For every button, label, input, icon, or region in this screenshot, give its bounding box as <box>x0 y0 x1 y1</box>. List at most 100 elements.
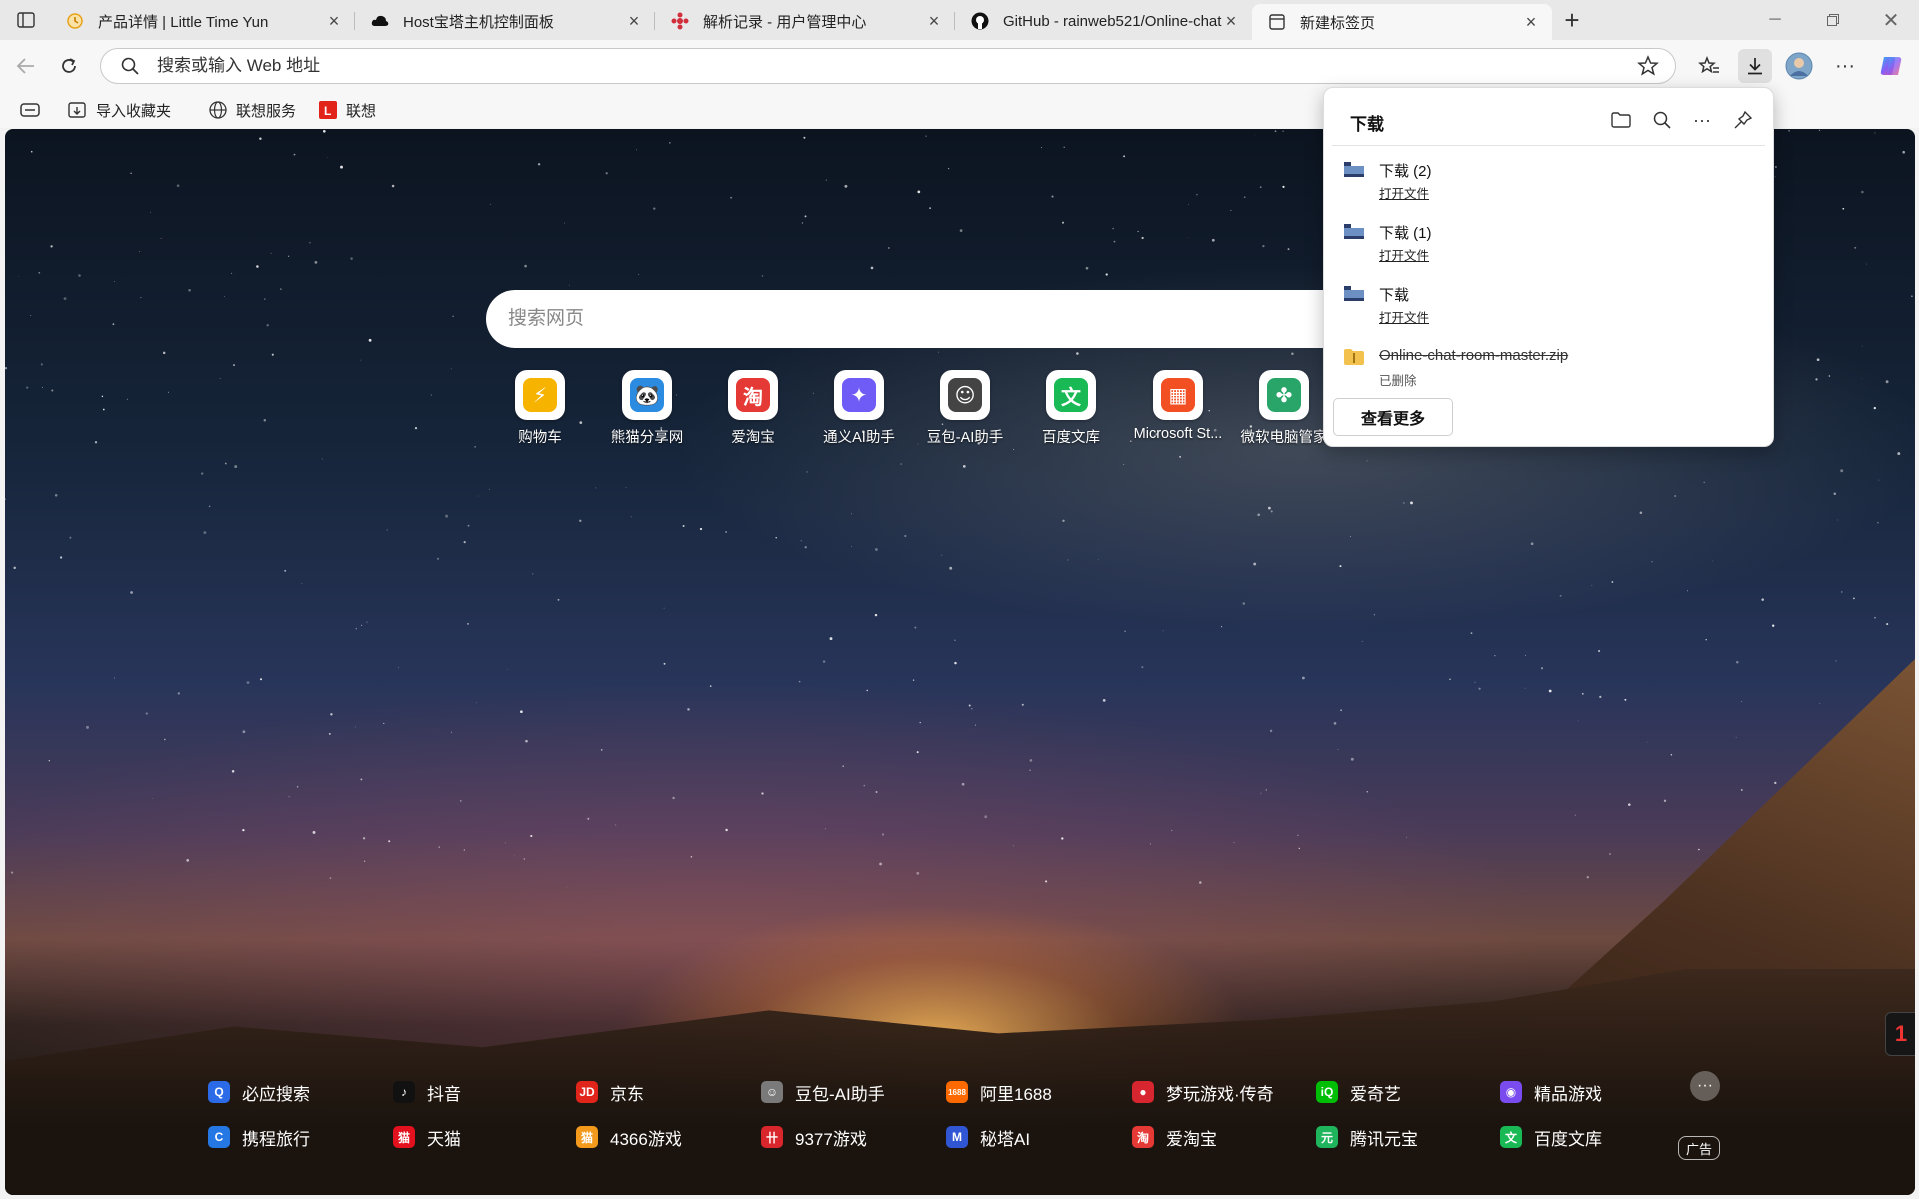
back-icon[interactable] <box>8 49 42 83</box>
downloads-more-icon[interactable]: ··· <box>1688 106 1716 134</box>
download-item[interactable]: Online-chat-room-master.zip 已删除 <box>1324 343 1773 393</box>
bottom-link[interactable]: iQ 爱奇艺 <box>1316 1079 1401 1105</box>
download-name: 下载 <box>1379 287 1410 304</box>
close-icon[interactable]: × <box>1522 12 1540 32</box>
bottom-link[interactable]: 文百度文库 <box>1500 1124 1602 1150</box>
tab-title: Host宝塔主机控制面板 <box>403 13 554 31</box>
bottom-link-label: 爱淘宝 <box>1166 1129 1217 1149</box>
see-more-button[interactable]: 查看更多 <box>1333 398 1453 436</box>
favorite-lenovo-service[interactable]: 联想服务 <box>208 99 296 121</box>
download-name: 下载 (1) <box>1379 225 1432 242</box>
ali1688-icon: 1688 <box>946 1081 968 1103</box>
more-menu-icon[interactable]: ··· <box>1828 49 1862 83</box>
favorite-label: 导入收藏夹 <box>96 102 172 120</box>
more-links-button[interactable]: ··· <box>1690 1071 1720 1101</box>
bottom-link[interactable]: ◉ 精品游戏 <box>1500 1079 1602 1105</box>
bottom-link[interactable]: 猫天猫 <box>393 1124 461 1150</box>
bing-search-icon: Q <box>208 1081 230 1103</box>
restore-icon[interactable] <box>1808 6 1858 34</box>
quick-link[interactable]: 🐼 熊猫分享网 <box>594 370 700 447</box>
clock-orange-icon <box>66 12 84 30</box>
bottom-link-label: 京东 <box>610 1084 644 1104</box>
bottom-link[interactable]: C 携程旅行 <box>208 1124 310 1150</box>
bottom-link[interactable]: 卄 9377游戏 <box>761 1124 867 1150</box>
lenovo-logo-icon: L <box>318 100 338 120</box>
pin-icon[interactable] <box>1729 106 1757 134</box>
taobao-icon: 淘 <box>736 378 770 412</box>
ad-badge[interactable]: 广告 <box>1678 1136 1720 1160</box>
bottom-link[interactable]: 猫 4366游戏 <box>576 1124 682 1150</box>
web-search-box[interactable] <box>486 290 1386 348</box>
quick-link-label: 通义AI助手 <box>823 430 895 446</box>
file-icon <box>1344 286 1364 301</box>
taobao-icon: 淘 <box>1132 1126 1154 1148</box>
bottom-link[interactable]: ☺ 豆包-AI助手 <box>761 1079 885 1105</box>
favorite-import[interactable]: 导入收藏夹 <box>68 99 171 121</box>
download-item[interactable]: 下载 打开文件 <box>1324 280 1773 330</box>
favorite-star-icon[interactable] <box>1637 55 1659 82</box>
favorites-icon[interactable] <box>1692 49 1726 83</box>
close-window-icon[interactable]: ✕ <box>1866 6 1916 34</box>
douyin-icon: ♪ <box>393 1081 415 1103</box>
close-icon[interactable]: × <box>625 11 643 31</box>
open-file-link[interactable]: 打开文件 <box>1379 245 1429 264</box>
profile-avatar[interactable] <box>1782 49 1816 83</box>
quick-link[interactable]: 淘爱淘宝 <box>700 370 806 447</box>
tab-github[interactable]: GitHub - rainweb521/Online-chat × <box>955 4 1252 38</box>
web-search-input[interactable] <box>506 307 1110 331</box>
address-input[interactable] <box>155 55 1559 77</box>
refresh-icon[interactable] <box>52 49 86 83</box>
close-icon[interactable]: × <box>325 11 343 31</box>
download-name: Online-chat-room-master.zip <box>1379 347 1569 364</box>
download-item[interactable]: 下载 (2) 打开文件 <box>1324 156 1773 206</box>
favorites-bar-toggle-icon[interactable] <box>20 99 40 121</box>
bottom-link[interactable]: 淘爱淘宝 <box>1132 1124 1217 1150</box>
open-file-link[interactable]: 打开文件 <box>1379 307 1429 326</box>
quick-link[interactable]: 文百度文库 <box>1018 370 1124 447</box>
bottom-link[interactable]: JD 京东 <box>576 1079 644 1105</box>
close-icon[interactable]: × <box>1222 11 1240 31</box>
quick-link-label: 豆包-AI助手 <box>926 430 1004 446</box>
bottom-link[interactable]: ♪ 抖音 <box>393 1079 461 1105</box>
close-icon[interactable]: × <box>925 11 943 31</box>
tab-actions-menu-icon[interactable] <box>10 8 42 32</box>
tab-new-tab[interactable]: 新建标签页 × <box>1252 4 1552 40</box>
bottom-link[interactable]: M 秘塔AI <box>946 1124 1030 1150</box>
bottom-link[interactable]: Q 必应搜索 <box>208 1079 310 1105</box>
tab-title: GitHub - rainweb521/Online-chat <box>1003 12 1222 30</box>
bottom-link[interactable]: 1688 阿里1688 <box>946 1079 1052 1105</box>
file-icon <box>1344 162 1364 177</box>
bottom-link-label: 阿里1688 <box>980 1084 1052 1104</box>
import-favorites-icon <box>68 100 88 120</box>
quick-link[interactable]: ✦ 通义AI助手 <box>806 370 912 447</box>
tab-strip: 产品详情 | Little Time Yun × Host宝塔主机控制面板 × … <box>0 0 1919 40</box>
open-file-link[interactable]: 打开文件 <box>1379 183 1429 202</box>
bottom-link[interactable]: 元腾讯元宝 <box>1316 1124 1418 1150</box>
iqiyi-icon: iQ <box>1316 1081 1338 1103</box>
floating-side-widget[interactable]: 1 <box>1885 1012 1915 1056</box>
bottom-link-label: 豆包-AI助手 <box>795 1084 885 1104</box>
address-bar[interactable] <box>100 48 1676 84</box>
minimize-icon[interactable]: ─ <box>1750 6 1800 34</box>
copilot-icon[interactable] <box>1874 49 1908 83</box>
tab-product-detail[interactable]: 产品详情 | Little Time Yun × <box>50 4 355 38</box>
pc-manager-icon: ✤ <box>1267 378 1301 412</box>
download-item[interactable]: 下载 (1) 打开文件 <box>1324 218 1773 268</box>
bottom-link[interactable]: ● 梦玩游戏·传奇 <box>1132 1079 1274 1105</box>
downloads-icon[interactable] <box>1738 49 1772 83</box>
new-tab-button[interactable]: + <box>1556 5 1588 35</box>
tab-dns-records[interactable]: 解析记录 - 用户管理中心 × <box>655 4 955 38</box>
doubao-icon: ☺ <box>948 378 982 412</box>
ctrip-icon: C <box>208 1126 230 1148</box>
favorite-lenovo[interactable]: L 联想 <box>318 99 376 121</box>
quick-link[interactable]: ▦ Microsoft St... <box>1125 370 1231 442</box>
quick-link[interactable]: ⚡ 购物车 <box>487 370 593 447</box>
quick-link[interactable]: ✤ 微软电脑管家 <box>1231 370 1337 447</box>
open-folder-icon[interactable] <box>1607 106 1635 134</box>
tmall-icon: 猫 <box>393 1126 415 1148</box>
game-ball-icon: ● <box>1132 1081 1154 1103</box>
panda-icon: 🐼 <box>630 378 664 412</box>
tab-host-panel[interactable]: Host宝塔主机控制面板 × <box>355 4 655 38</box>
quick-link[interactable]: ☺ 豆包-AI助手 <box>912 370 1018 447</box>
search-downloads-icon[interactable] <box>1648 106 1676 134</box>
